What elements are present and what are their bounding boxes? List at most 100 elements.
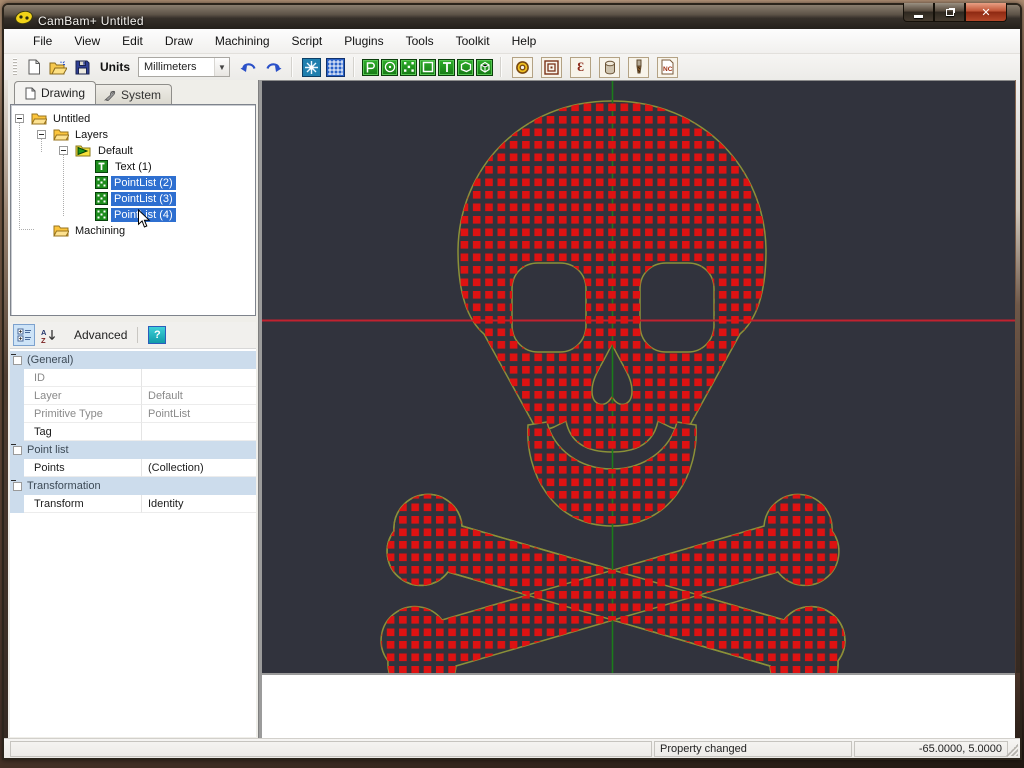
svg-text:Z: Z: [41, 336, 46, 343]
property-value[interactable]: Default: [142, 387, 256, 405]
toolbar-grip[interactable]: [13, 58, 17, 76]
close-button[interactable]: ✕: [965, 3, 1007, 22]
toolbar-separator: [500, 57, 502, 77]
endmill-button[interactable]: [628, 57, 649, 78]
units-combobox[interactable]: Millimeters ▼: [138, 57, 230, 77]
menu-plugins[interactable]: Plugins: [333, 31, 394, 51]
region-button[interactable]: [476, 59, 493, 76]
collapse-icon[interactable]: [13, 482, 22, 491]
surface-button[interactable]: [457, 59, 474, 76]
property-value[interactable]: [142, 423, 256, 441]
title-bar[interactable]: CamBam+ Untitled: [4, 5, 1020, 29]
property-value[interactable]: (Collection): [142, 459, 256, 477]
menu-tools[interactable]: Tools: [395, 31, 445, 51]
menu-toolkit[interactable]: Toolkit: [445, 31, 501, 51]
draw-pointlist-button[interactable]: [400, 59, 417, 76]
drawing-tree[interactable]: Untitled Layers Default Text (1) PointLi…: [10, 104, 256, 316]
drill-toolpath-icon: [603, 60, 617, 75]
property-name: Layer: [24, 387, 142, 405]
tree-row-default[interactable]: Default: [11, 143, 136, 159]
collapse-icon[interactable]: [37, 130, 46, 139]
redo-button[interactable]: [262, 56, 284, 78]
menu-script[interactable]: Script: [281, 31, 334, 51]
rectangle-icon: [422, 61, 434, 73]
circle-button[interactable]: [381, 59, 398, 76]
tree-item-label[interactable]: Text (1): [112, 160, 155, 174]
row-gutter: [10, 423, 24, 441]
resize-grip-icon[interactable]: [1006, 744, 1018, 756]
row-gutter: [10, 405, 24, 423]
collapse-icon[interactable]: [13, 356, 22, 365]
tree-row-untitled[interactable]: Untitled: [11, 111, 93, 127]
category-row-general[interactable]: (General): [10, 351, 256, 369]
pocket-toolpath-button[interactable]: [541, 57, 562, 78]
property-row-tag[interactable]: Tag: [10, 423, 256, 441]
rectangle-button[interactable]: [419, 59, 436, 76]
advanced-button[interactable]: Advanced: [74, 328, 127, 342]
svg-text:NC: NC: [663, 66, 673, 73]
endmill-icon: [634, 59, 644, 75]
tree-row-layers[interactable]: Layers: [11, 127, 111, 143]
alphabetical-button[interactable]: A Z: [38, 324, 60, 346]
text-icon: [441, 61, 453, 73]
menu-machining[interactable]: Machining: [204, 31, 281, 51]
save-file-button[interactable]: [71, 56, 93, 78]
property-name: Transform: [24, 495, 142, 513]
menu-edit[interactable]: Edit: [111, 31, 154, 51]
pointlist-object-icon: [95, 192, 108, 205]
output-panel: [262, 673, 1015, 738]
property-row-points[interactable]: Points (Collection): [10, 459, 256, 477]
snap-points-button[interactable]: [300, 56, 322, 78]
close-icon: ✕: [981, 6, 990, 19]
open-file-button[interactable]: [47, 56, 69, 78]
tree-item-label[interactable]: PointList (3): [111, 192, 176, 206]
pocket-toolpath-icon: [544, 60, 559, 75]
restore-button[interactable]: [934, 3, 965, 22]
categorized-icon: [17, 328, 32, 343]
undo-icon: [240, 60, 258, 74]
property-row-layer[interactable]: Layer Default: [10, 387, 256, 405]
show-grid-button[interactable]: [324, 56, 346, 78]
tree-row-text1[interactable]: Text (1): [11, 159, 155, 175]
tree-item-label[interactable]: Untitled: [50, 112, 93, 126]
undo-button[interactable]: [238, 56, 260, 78]
property-value[interactable]: [142, 369, 256, 387]
categorized-button[interactable]: [13, 324, 35, 346]
menu-draw[interactable]: Draw: [154, 31, 204, 51]
units-value: Millimeters: [139, 61, 214, 73]
nc-file-button[interactable]: NC: [657, 57, 678, 78]
tab-drawing[interactable]: Drawing: [14, 81, 96, 104]
tree-item-label[interactable]: PointList (2): [111, 176, 176, 190]
menu-file[interactable]: File: [22, 31, 63, 51]
tree-row-pointlist2[interactable]: PointList (2): [11, 175, 176, 191]
draw-text-button[interactable]: [438, 59, 455, 76]
property-value[interactable]: PointList: [142, 405, 256, 423]
category-row-transformation[interactable]: Transformation: [10, 477, 256, 495]
minimize-button[interactable]: [903, 3, 934, 22]
menu-view[interactable]: View: [63, 31, 111, 51]
property-row-transform[interactable]: Transform Identity: [10, 495, 256, 513]
tree-item-label[interactable]: Default: [95, 144, 136, 158]
drawing-canvas[interactable]: [262, 81, 1015, 673]
property-value[interactable]: Identity: [142, 495, 256, 513]
menu-help[interactable]: Help: [501, 31, 548, 51]
tree-item-label[interactable]: Machining: [72, 224, 128, 238]
help-button[interactable]: ?: [148, 326, 166, 344]
engrave-toolpath-button[interactable]: Ɛ: [570, 57, 591, 78]
property-row-primitive-type[interactable]: Primitive Type PointList: [10, 405, 256, 423]
tree-row-pointlist3[interactable]: PointList (3): [11, 191, 176, 207]
chevron-down-icon[interactable]: ▼: [214, 58, 229, 76]
collapse-icon[interactable]: [13, 446, 22, 455]
tab-system[interactable]: System: [92, 84, 172, 104]
property-row-id[interactable]: ID: [10, 369, 256, 387]
polyline-button[interactable]: [362, 59, 379, 76]
category-row-pointlist[interactable]: Point list: [10, 441, 256, 459]
pointlist-icon: [403, 61, 415, 73]
collapse-icon[interactable]: [15, 114, 24, 123]
new-file-button[interactable]: [23, 56, 45, 78]
profile-toolpath-button[interactable]: [512, 57, 533, 78]
tree-item-label[interactable]: Layers: [72, 128, 111, 142]
tree-row-machining[interactable]: Machining: [11, 223, 128, 239]
drill-toolpath-button[interactable]: [599, 57, 620, 78]
collapse-icon[interactable]: [59, 146, 68, 155]
